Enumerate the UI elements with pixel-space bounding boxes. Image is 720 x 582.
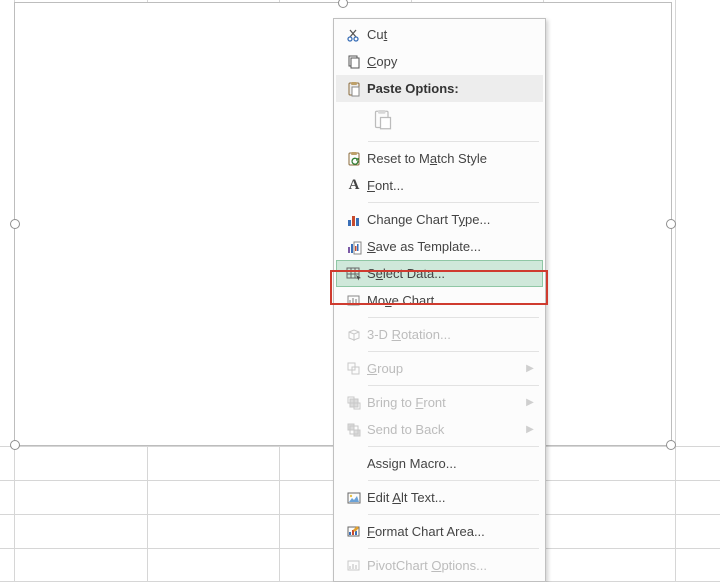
menu-item-label: Save as Template... <box>367 239 536 254</box>
menu-item-label: Cut <box>367 27 536 42</box>
menu-3d-rotation: 3-D Rotation... <box>336 321 543 348</box>
menu-item-label: Select Data... <box>367 266 536 281</box>
menu-item-label: 3-D Rotation... <box>367 327 536 342</box>
menu-item-label: Edit Alt Text... <box>367 490 536 505</box>
menu-bring-to-front: Bring to Front ▶ <box>336 389 543 416</box>
menu-assign-macro[interactable]: Assign Macro... <box>336 450 543 477</box>
resize-handle[interactable] <box>10 219 20 229</box>
menu-item-label: Copy <box>367 54 536 69</box>
menu-separator <box>368 141 539 142</box>
select-data-icon <box>341 266 367 282</box>
menu-item-label: Assign Macro... <box>367 456 536 471</box>
menu-change-chart-type[interactable]: Change Chart Type... <box>336 206 543 233</box>
clipboard-refresh-icon <box>341 151 367 167</box>
copy-icon <box>341 54 367 70</box>
paste-option-button[interactable] <box>368 105 398 135</box>
menu-separator <box>368 446 539 447</box>
menu-separator <box>368 480 539 481</box>
menu-cut[interactable]: Cut <box>336 21 543 48</box>
menu-separator <box>368 317 539 318</box>
font-icon: A <box>341 177 367 194</box>
clipboard-icon <box>341 81 367 97</box>
resize-handle[interactable] <box>666 219 676 229</box>
group-icon <box>341 361 367 377</box>
format-chart-icon <box>341 524 367 540</box>
cube-icon <box>341 327 367 343</box>
menu-separator <box>368 385 539 386</box>
menu-item-label: PivotChart Options... <box>367 558 536 573</box>
paste-options-row <box>336 102 543 138</box>
menu-pivotchart-options: PivotChart Options... <box>336 552 543 579</box>
pivotchart-icon <box>341 558 367 574</box>
menu-group: Group ▶ <box>336 355 543 382</box>
scissors-icon <box>341 27 367 43</box>
menu-item-label: Send to Back <box>367 422 524 437</box>
menu-separator <box>368 548 539 549</box>
menu-copy[interactable]: Copy <box>336 48 543 75</box>
menu-item-label: Change Chart Type... <box>367 212 536 227</box>
menu-item-label: Font... <box>367 178 536 193</box>
move-chart-icon <box>341 293 367 309</box>
resize-handle[interactable] <box>10 440 20 450</box>
menu-item-label: Group <box>367 361 524 376</box>
submenu-arrow-icon: ▶ <box>524 363 536 374</box>
submenu-arrow-icon: ▶ <box>524 397 536 408</box>
menu-item-label: Reset to Match Style <box>367 151 536 166</box>
menu-separator <box>368 202 539 203</box>
menu-item-label: Paste Options: <box>367 81 536 96</box>
submenu-arrow-icon: ▶ <box>524 424 536 435</box>
menu-move-chart[interactable]: Move Chart... <box>336 287 543 314</box>
menu-item-label: Move Chart... <box>367 293 536 308</box>
menu-separator <box>368 514 539 515</box>
menu-edit-alt-text[interactable]: Edit Alt Text... <box>336 484 543 511</box>
menu-format-chart-area[interactable]: Format Chart Area... <box>336 518 543 545</box>
resize-handle[interactable] <box>666 440 676 450</box>
menu-font[interactable]: A Font... <box>336 172 543 199</box>
chart-context-menu: Cut Copy Paste Options: Reset to Match S… <box>333 18 546 582</box>
menu-separator <box>368 351 539 352</box>
menu-item-label: Bring to Front <box>367 395 524 410</box>
menu-save-as-template[interactable]: Save as Template... <box>336 233 543 260</box>
alt-text-icon <box>341 490 367 506</box>
menu-item-label: Format Chart Area... <box>367 524 536 539</box>
menu-paste-options-header: Paste Options: <box>336 75 543 102</box>
bar-chart-icon <box>341 212 367 228</box>
menu-select-data[interactable]: Select Data... <box>336 260 543 287</box>
bring-front-icon <box>341 395 367 411</box>
send-back-icon <box>341 422 367 438</box>
resize-handle[interactable] <box>338 0 348 8</box>
menu-reset-match-style[interactable]: Reset to Match Style <box>336 145 543 172</box>
menu-send-to-back: Send to Back ▶ <box>336 416 543 443</box>
template-icon <box>341 239 367 255</box>
